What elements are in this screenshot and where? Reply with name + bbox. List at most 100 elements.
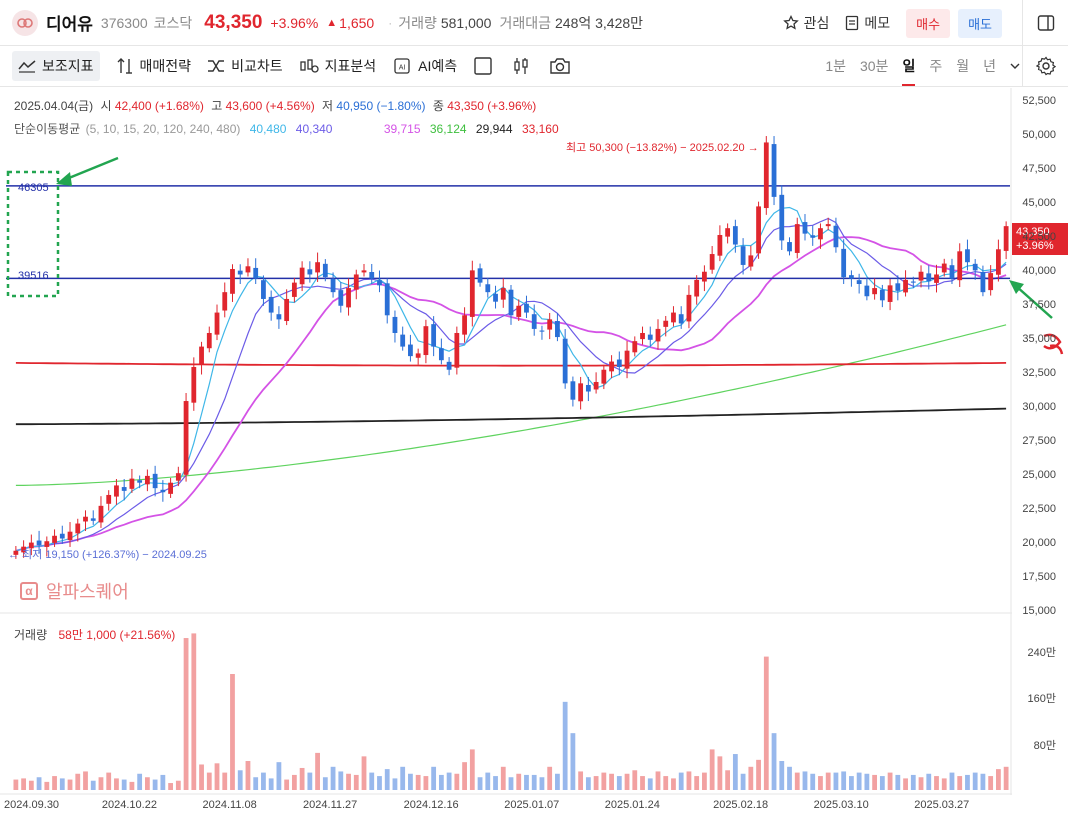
volume-bar xyxy=(609,773,614,790)
volume-bar xyxy=(268,778,274,790)
volume-bar xyxy=(972,772,978,790)
volume-bar xyxy=(833,772,839,790)
volume-bar xyxy=(531,774,537,790)
volume-bar xyxy=(949,772,955,790)
ma-value-5: 29,944 xyxy=(475,122,513,136)
candle-body xyxy=(686,294,692,322)
candle-body xyxy=(469,270,475,317)
price-tick-label: 45,000 xyxy=(1022,196,1056,209)
candle-body xyxy=(995,249,1001,275)
candle-body xyxy=(438,348,444,361)
candle-body xyxy=(555,321,560,338)
candle-body xyxy=(485,284,491,293)
candle-body xyxy=(702,271,707,282)
volume-bar xyxy=(346,773,351,790)
volume-bar xyxy=(763,656,769,790)
candle-body xyxy=(988,273,994,291)
candle-body xyxy=(392,316,398,333)
date-tick-label: 2025.03.10 xyxy=(813,799,869,811)
low-value: 40,950 (−1.80%) xyxy=(336,99,426,113)
volume-bar xyxy=(168,783,173,790)
ma-periods: (5, 10, 15, 20, 120, 240, 480) xyxy=(85,122,241,136)
candle-body xyxy=(346,288,351,308)
ma-value-2: 40,340 xyxy=(295,122,333,136)
volume-bar xyxy=(446,772,452,790)
high-annotation: 최고 50,300 (−13.82%) − 2025.02.20 → xyxy=(566,142,759,154)
candle-body xyxy=(183,401,189,475)
volume-bar xyxy=(137,773,143,790)
candle-body xyxy=(578,383,584,402)
hline-label-1: 46305 xyxy=(18,182,49,194)
high-value: 43,600 (+4.56%) xyxy=(225,99,315,113)
volume-bar xyxy=(384,769,390,790)
volume-bar xyxy=(694,776,700,790)
hline-label-2: 39516 xyxy=(18,270,49,282)
volume-bar xyxy=(918,777,924,790)
alpha-logo-icon: α xyxy=(20,582,38,600)
candle-body xyxy=(926,273,932,282)
candle-body xyxy=(191,367,197,403)
candle-body xyxy=(508,289,514,316)
volume-panel-label: 거래량 xyxy=(14,628,48,642)
candle-body xyxy=(284,298,290,322)
candle-body xyxy=(570,381,576,400)
candle-body xyxy=(415,353,421,358)
volume-bar xyxy=(469,749,475,790)
candle-body xyxy=(307,269,313,275)
candle-body xyxy=(90,518,96,521)
candle-body xyxy=(384,283,390,316)
volume-bar xyxy=(825,772,831,790)
volume-bar xyxy=(524,774,529,790)
volume-bar xyxy=(856,772,862,790)
volume-tick-label: 160만 xyxy=(1027,693,1056,706)
price-tick-label: 15,000 xyxy=(1022,605,1056,617)
candle-body xyxy=(36,540,42,546)
candle-body xyxy=(671,312,676,323)
candle-body xyxy=(268,296,274,313)
low-label: 저 xyxy=(322,99,334,113)
date-tick-label: 2025.01.24 xyxy=(604,799,660,811)
volume-bar xyxy=(988,776,994,790)
volume-bar xyxy=(322,777,328,790)
volume-bar xyxy=(879,776,885,790)
volume-bar xyxy=(408,773,413,790)
volume-bar xyxy=(144,777,150,790)
volume-bar xyxy=(632,770,638,790)
ohlc-date: 2025.04.04(금) xyxy=(14,99,94,113)
candle-body xyxy=(934,274,939,283)
candle-body xyxy=(609,361,614,372)
candle-body xyxy=(315,262,320,273)
date-tick-label: 2025.01.07 xyxy=(504,799,560,811)
price-tick-label: 52,500 xyxy=(1022,94,1056,107)
volume-bar xyxy=(369,772,375,790)
price-tick-label: 20,000 xyxy=(1022,536,1056,549)
price-tick-label: 22,500 xyxy=(1022,502,1056,515)
price-tick-label: 32,500 xyxy=(1022,366,1056,379)
volume-bar xyxy=(183,638,189,790)
price-tick-label: 30,000 xyxy=(1022,400,1056,413)
volume-bar xyxy=(709,749,715,790)
candle-body xyxy=(168,482,173,494)
candle-body xyxy=(291,282,297,297)
volume-bar xyxy=(400,766,406,790)
volume-bar xyxy=(926,773,932,790)
volume-bar xyxy=(818,776,823,790)
volume-bar xyxy=(114,778,119,790)
candle-body xyxy=(137,480,143,483)
candle-body xyxy=(756,206,761,254)
volume-bar xyxy=(547,766,553,790)
volume-bar xyxy=(44,781,50,790)
price-tick-label: 47,500 xyxy=(1022,162,1056,175)
candle-body xyxy=(787,242,792,252)
price-tick-label: 37,500 xyxy=(1022,298,1056,311)
candle-body xyxy=(199,346,204,365)
volume-bar xyxy=(717,756,723,790)
candle-body xyxy=(524,303,529,313)
candle-body xyxy=(245,266,251,273)
candle-body xyxy=(338,290,344,306)
candle-body xyxy=(500,288,506,300)
candle-body xyxy=(872,288,878,295)
volume-info: 거래량 58만 1,000 (+21.56%) xyxy=(14,626,175,643)
candle-body xyxy=(879,289,885,301)
candle-body xyxy=(694,279,700,297)
